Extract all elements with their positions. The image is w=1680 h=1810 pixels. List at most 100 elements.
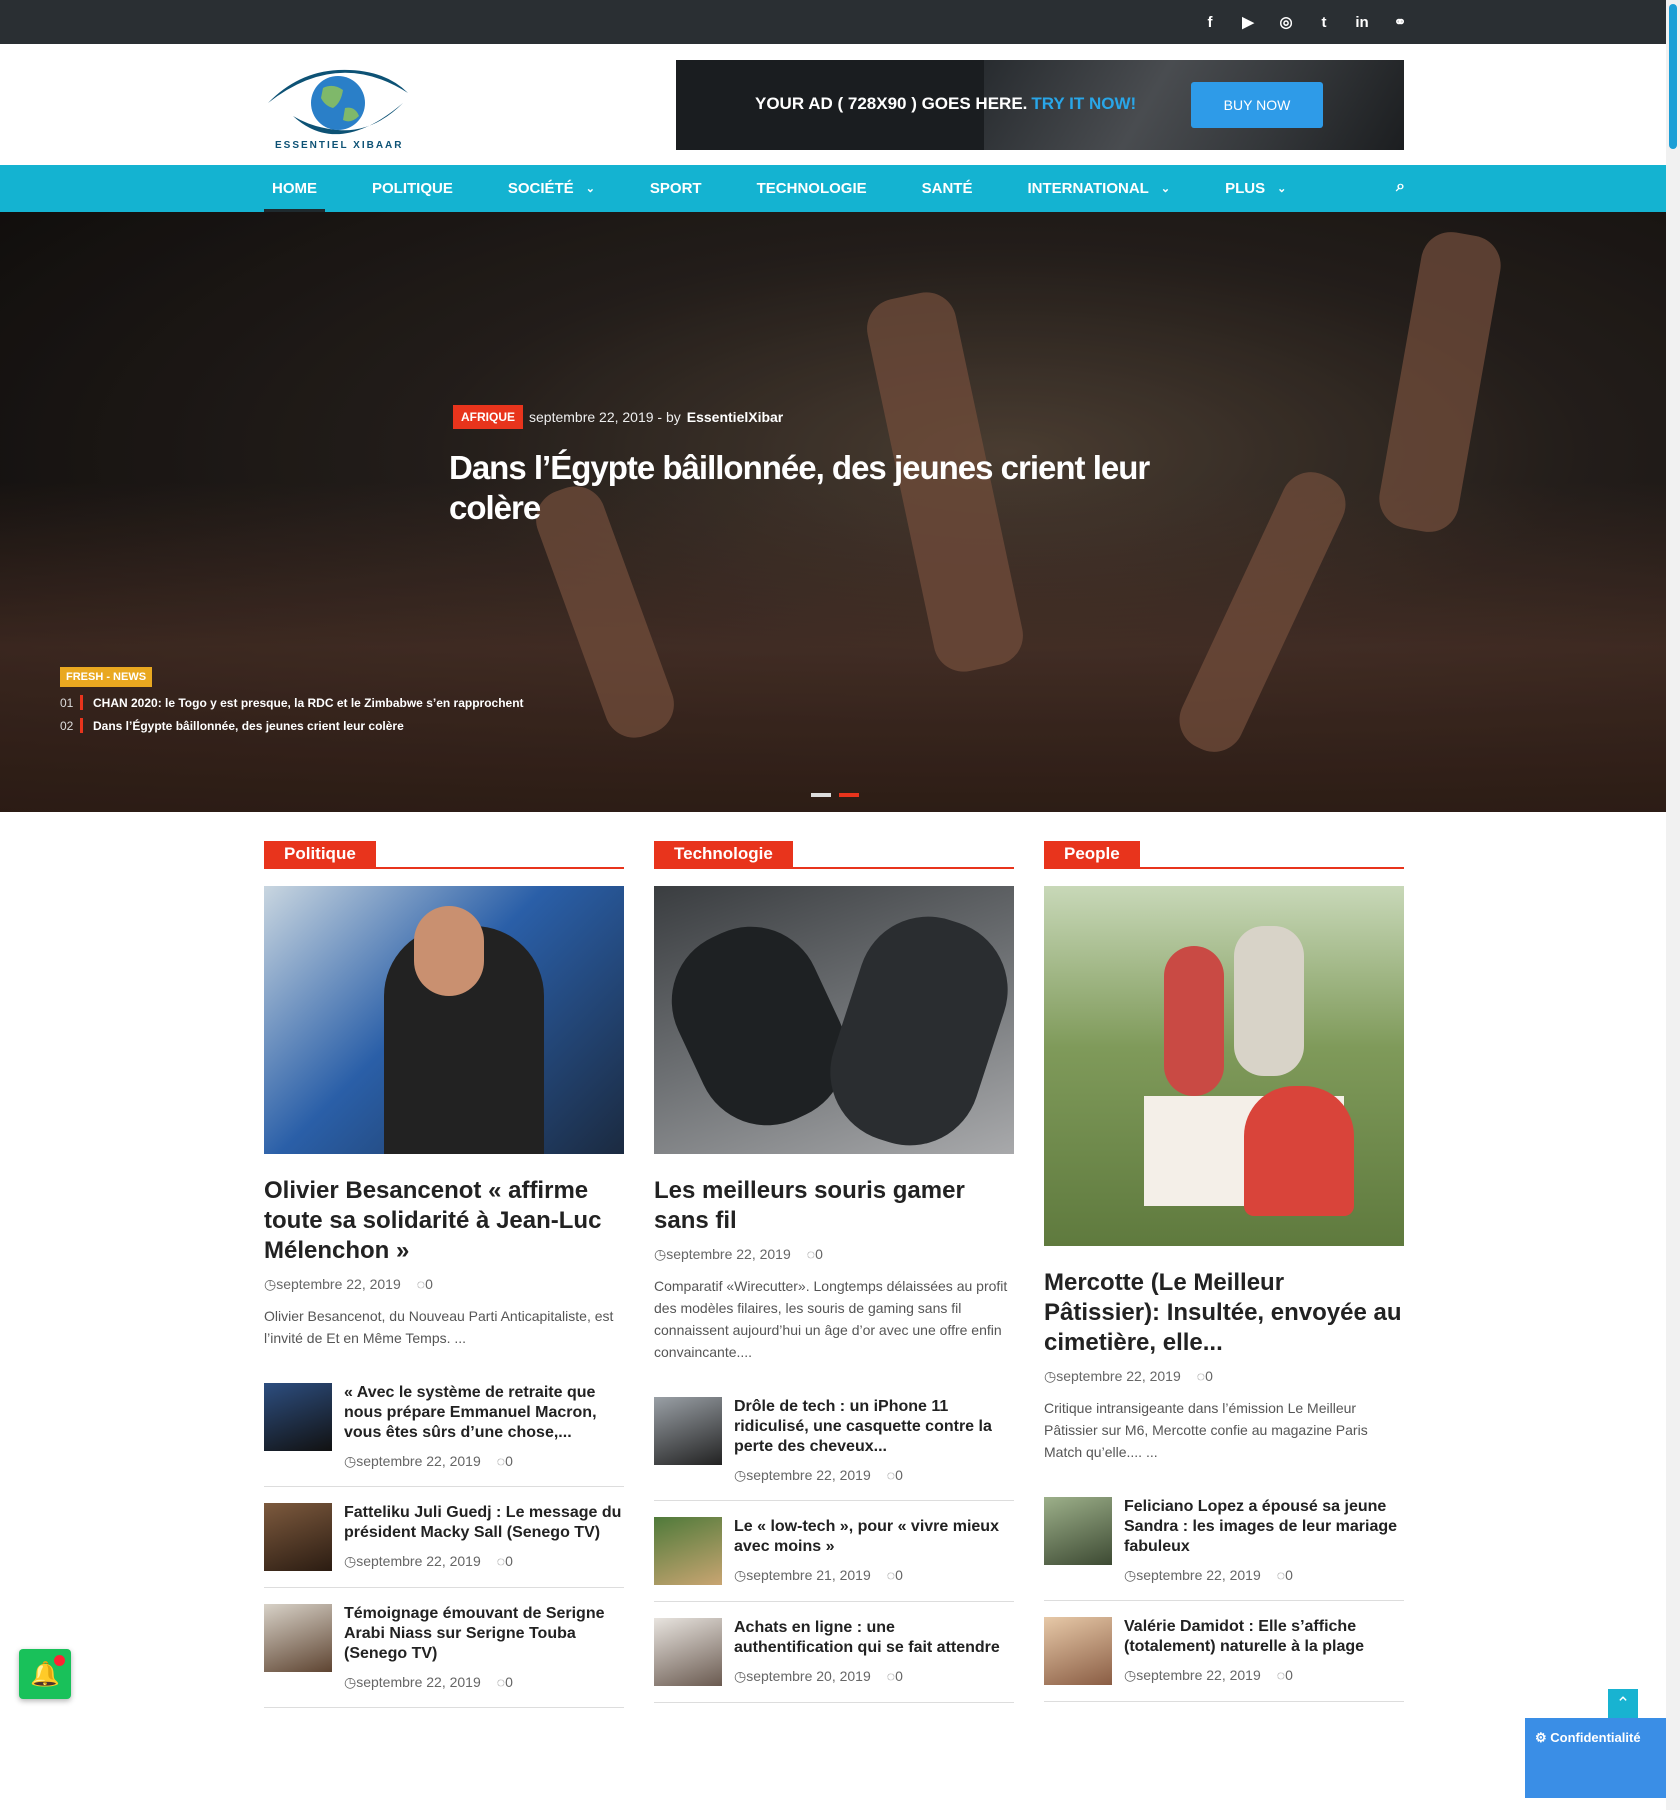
nav-technologie[interactable]: TECHNOLOGIE <box>749 165 875 212</box>
thumbnail[interactable] <box>264 1503 332 1571</box>
comment-icon[interactable]: ◌0 <box>417 1276 433 1293</box>
list-item-title[interactable]: Feliciano Lopez a épousé sa jeune Sandra… <box>1124 1497 1404 1557</box>
list-item-title[interactable]: « Avec le système de retraite que nous p… <box>344 1383 624 1443</box>
site-logo[interactable]: ESSENTIEL XIBAAR <box>263 58 413 158</box>
chevron-down-icon: ⌄ <box>585 183 595 195</box>
featured-title[interactable]: Olivier Besancenot « affirme toute sa so… <box>264 1176 624 1266</box>
ad-banner[interactable]: YOUR AD ( 728X90 ) GOES HERE. TRY IT NOW!… <box>676 60 1404 150</box>
ad-try-link[interactable]: TRY IT NOW! <box>1031 94 1136 113</box>
nav-sante[interactable]: SANTÉ <box>914 165 981 212</box>
column-technologie: Technologie Les meilleurs souris gamer s… <box>654 841 1014 1708</box>
clock-icon: ◷septembre 22, 2019 <box>344 1553 481 1569</box>
post-date: septembre 22, 2019 <box>276 1276 401 1292</box>
column-tag[interactable]: Technologie <box>654 841 793 868</box>
comment-icon[interactable]: ◌0 <box>497 1553 513 1570</box>
scrollbar-thumb[interactable] <box>1669 4 1677 149</box>
list-item-title[interactable]: Valérie Damidot : Elle s’affiche (totale… <box>1124 1617 1404 1657</box>
linkedin-icon[interactable]: in <box>1354 14 1370 31</box>
youtube-icon[interactable]: ▶ <box>1240 13 1256 31</box>
list-item[interactable]: Fatteliku Juli Guedj : Le message du pré… <box>264 1487 624 1588</box>
featured-title[interactable]: Mercotte (Le Meilleur Pâtissier): Insult… <box>1044 1268 1404 1358</box>
list-item[interactable]: Drôle de tech : un iPhone 11 ridiculisé,… <box>654 1397 1014 1501</box>
facebook-icon[interactable]: f <box>1202 14 1218 31</box>
post-meta: ◷septembre 22, 2019 ◌0 <box>344 1453 624 1470</box>
post-date: septembre 22, 2019 <box>356 1674 481 1690</box>
image-mouse <box>654 903 870 1149</box>
image-mouse <box>812 898 1014 1154</box>
column-tag[interactable]: People <box>1044 841 1140 868</box>
category-tag[interactable]: AFRIQUE <box>453 405 523 429</box>
image-person <box>1164 946 1224 1096</box>
slider-dot[interactable] <box>811 793 831 797</box>
thumbnail[interactable] <box>654 1618 722 1686</box>
privacy-button[interactable]: ⚙ Confidentialité <box>1525 1718 1680 1798</box>
list-item[interactable]: Feliciano Lopez a épousé sa jeune Sandra… <box>1044 1497 1404 1601</box>
column-tag[interactable]: Politique <box>264 841 376 868</box>
clock-icon: ◷septembre 20, 2019 <box>734 1668 871 1684</box>
comment-icon[interactable]: ◌0 <box>1197 1368 1213 1385</box>
hero-title[interactable]: Dans l’Égypte bâillonnée, des jeunes cri… <box>449 448 1209 528</box>
scroll-to-top-button[interactable]: ⌃ <box>1608 1689 1638 1719</box>
fresh-news: FRESH - NEWS 01 CHAN 2020: le Togo y est … <box>60 667 524 733</box>
featured-title[interactable]: Les meilleurs souris gamer sans fil <box>654 1176 1014 1236</box>
comment-icon[interactable]: ◌0 <box>807 1246 823 1263</box>
post-meta: ◷septembre 22, 2019 ◌0 <box>344 1553 624 1570</box>
hero-author[interactable]: EssentielXibar <box>687 409 784 425</box>
instagram-icon[interactable]: ◎ <box>1278 13 1294 31</box>
comment-icon[interactable]: ◌0 <box>497 1453 513 1470</box>
comment-count: 0 <box>425 1276 433 1292</box>
nav-international[interactable]: INTERNATIONAL ⌄ <box>1019 165 1178 212</box>
hero-slider[interactable]: AFRIQUE septembre 22, 2019 - by Essentie… <box>0 212 1680 812</box>
list-item-title[interactable]: Fatteliku Juli Guedj : Le message du pré… <box>344 1503 624 1543</box>
fresh-text: Dans l’Égypte bâillonnée, des jeunes cri… <box>93 718 404 733</box>
nav-sport[interactable]: SPORT <box>642 165 710 212</box>
list-item[interactable]: « Avec le système de retraite que nous p… <box>264 1383 624 1487</box>
list-item[interactable]: Achats en ligne : une authentification q… <box>654 1602 1014 1703</box>
comment-icon[interactable]: ◌0 <box>887 1567 903 1584</box>
thumbnail[interactable] <box>654 1397 722 1465</box>
comment-count: 0 <box>505 1553 513 1569</box>
slider-dot-active[interactable] <box>839 793 859 797</box>
nav-label: TECHNOLOGIE <box>756 180 867 197</box>
nav-plus[interactable]: PLUS ⌄ <box>1217 165 1294 212</box>
thumbnail[interactable] <box>264 1383 332 1451</box>
list-item[interactable]: Valérie Damidot : Elle s’affiche (totale… <box>1044 1601 1404 1702</box>
list-item-title[interactable]: Le « low-tech », pour « vivre mieux avec… <box>734 1517 1014 1557</box>
comment-icon[interactable]: ◌0 <box>887 1467 903 1484</box>
comment-icon[interactable]: ◌0 <box>497 1674 513 1691</box>
post-meta: ◷septembre 22, 2019 ◌0 <box>654 1246 1014 1263</box>
comment-icon[interactable]: ◌0 <box>1277 1567 1293 1584</box>
list-item-title[interactable]: Achats en ligne : une authentification q… <box>734 1618 1014 1658</box>
search-icon[interactable]: ⌕ <box>1396 178 1405 196</box>
list-item-title[interactable]: Drôle de tech : un iPhone 11 ridiculisé,… <box>734 1397 1014 1457</box>
nav-home[interactable]: HOME <box>264 165 325 212</box>
nav-label: SPORT <box>649 180 702 197</box>
featured-image[interactable] <box>264 886 624 1154</box>
comment-icon[interactable]: ◌0 <box>887 1668 903 1685</box>
post-meta: ◷septembre 22, 2019 ◌0 <box>734 1467 1014 1484</box>
featured-image[interactable] <box>1044 886 1404 1246</box>
fresh-news-item[interactable]: 01 CHAN 2020: le Togo y est presque, la R… <box>60 695 524 710</box>
post-meta: ◷septembre 20, 2019 ◌0 <box>734 1668 1014 1685</box>
list-item[interactable]: Témoignage émouvant de Serigne Arabi Nia… <box>264 1588 624 1708</box>
fresh-news-item[interactable]: 02 Dans l’Égypte bâillonnée, des jeunes c… <box>60 718 524 733</box>
post-meta: ◷septembre 21, 2019 ◌0 <box>734 1567 1014 1584</box>
nav-politique[interactable]: POLITIQUE <box>364 165 461 212</box>
featured-image[interactable] <box>654 886 1014 1154</box>
nav-societe[interactable]: SOCIÉTÉ ⌄ <box>500 165 603 212</box>
page-scrollbar[interactable] <box>1666 0 1680 1810</box>
list-item-title[interactable]: Témoignage émouvant de Serigne Arabi Nia… <box>344 1604 624 1664</box>
thumbnail[interactable] <box>1044 1497 1112 1565</box>
post-date: septembre 22, 2019 <box>356 1553 481 1569</box>
eye-globe-icon <box>268 69 408 135</box>
buy-now-button[interactable]: BUY NOW <box>1191 82 1323 128</box>
comment-icon[interactable]: ◌0 <box>1277 1667 1293 1684</box>
thumbnail[interactable] <box>264 1604 332 1672</box>
thumbnail[interactable] <box>654 1517 722 1585</box>
notification-bell-button[interactable]: 🔔 <box>19 1649 71 1699</box>
thumbnail[interactable] <box>1044 1617 1112 1685</box>
link-icon[interactable]: ⚭ <box>1392 13 1408 31</box>
twitter-icon[interactable]: t <box>1316 14 1332 31</box>
list-item[interactable]: Le « low-tech », pour « vivre mieux avec… <box>654 1501 1014 1602</box>
clock-icon: ◷septembre 22, 2019 <box>1124 1567 1261 1583</box>
